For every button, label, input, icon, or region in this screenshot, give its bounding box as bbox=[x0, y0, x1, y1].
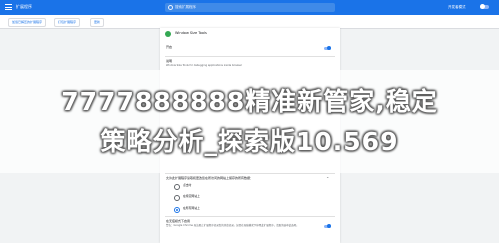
search-icon bbox=[168, 5, 173, 10]
radio-label-on-click: 点击时 bbox=[183, 183, 192, 187]
extension-logo-icon bbox=[165, 31, 171, 37]
load-unpacked-button[interactable]: 加载已解压的扩展程序 bbox=[8, 18, 47, 27]
incognito-description: 警告：Google Chrome 无法阻止扩展程序记录您的浏览记录。如需在无痕模… bbox=[166, 224, 299, 227]
search-input[interactable]: 搜索扩展程序 bbox=[165, 3, 335, 12]
description-text: Window Size Tools for debugging applicat… bbox=[166, 64, 242, 67]
divider bbox=[165, 216, 335, 217]
incognito-toggle[interactable] bbox=[324, 224, 331, 228]
dev-mode-toggle[interactable] bbox=[480, 4, 489, 9]
divider bbox=[165, 56, 335, 57]
update-button[interactable]: 更新 bbox=[90, 18, 105, 27]
extension-enable-toggle[interactable] bbox=[324, 46, 331, 50]
search-placeholder: 搜索扩展程序 bbox=[175, 5, 196, 9]
action-bar: 加载已解压的扩展程序 打包扩展程序 更新 bbox=[0, 15, 499, 29]
watermark-line-2: 策略分析_探索版10.569 bbox=[100, 127, 399, 156]
divider bbox=[165, 173, 335, 174]
radio-specific-sites[interactable] bbox=[174, 195, 180, 201]
top-bar: 扩展程序 搜索扩展程序 开发者模式 bbox=[0, 0, 499, 15]
radio-all-sites[interactable] bbox=[174, 207, 180, 213]
on-label: 开启 bbox=[166, 45, 173, 49]
extension-name: Window Size Tools bbox=[175, 31, 207, 35]
dev-mode-label: 开发者模式 bbox=[448, 5, 466, 9]
radio-on-click[interactable] bbox=[174, 184, 180, 190]
watermark-line-1: 7777888888精准新管家,稳定 bbox=[61, 87, 438, 116]
radio-label-all-sites: 在所有网站上 bbox=[183, 206, 200, 210]
watermark-banner: 7777888888精准新管家,稳定 策略分析_探索版10.569 bbox=[0, 70, 499, 173]
page-title: 扩展程序 bbox=[16, 4, 32, 9]
menu-icon[interactable] bbox=[5, 4, 12, 10]
chevron-up-icon[interactable]: ⌃ bbox=[326, 176, 329, 181]
radio-label-specific-sites: 在特定网站上 bbox=[183, 194, 200, 198]
pack-extension-button[interactable]: 打包扩展程序 bbox=[54, 18, 81, 27]
site-access-label: 允许此扩展程序读取和更改您在所访问的网站上留存的所有数据： bbox=[166, 176, 254, 180]
